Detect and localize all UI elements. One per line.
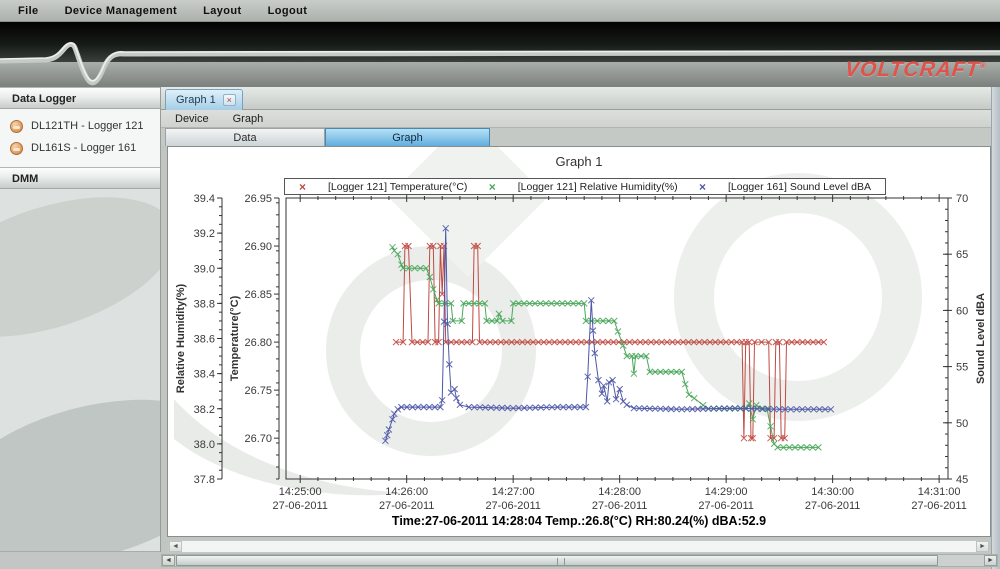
- legend-marker-icon: ×: [299, 182, 306, 192]
- svg-text:38.4: 38.4: [194, 369, 215, 381]
- svg-text:50: 50: [956, 418, 968, 430]
- svg-text:14:28:00: 14:28:00: [598, 486, 641, 498]
- chart-canvas: 14:25:00 27-06-2011 14:26:00 27-06-2011 14:2…: [168, 147, 992, 538]
- svg-text:37.8: 37.8: [194, 474, 215, 486]
- svg-text:55: 55: [956, 362, 968, 374]
- svg-text:27-06-2011: 27-06-2011: [805, 500, 860, 512]
- svg-text:26.90: 26.90: [244, 241, 272, 253]
- workspace-horizontal-scrollbar[interactable]: ◄ ►: [161, 554, 998, 567]
- registered-mark: ®: [979, 61, 987, 70]
- legend-marker-icon: ×: [699, 182, 706, 192]
- svg-text:38.8: 38.8: [194, 298, 215, 310]
- tab-graph-1-label: Graph 1: [176, 94, 216, 106]
- svg-text:14:31:00: 14:31:00: [918, 486, 961, 498]
- svg-text:60: 60: [956, 305, 968, 317]
- svg-text:27-06-2011: 27-06-2011: [272, 500, 327, 512]
- app-window: File Device Management Layout Logout VOLTCR…: [0, 0, 1000, 569]
- legend-label: [Logger 121] Relative Humidity(%): [518, 181, 678, 193]
- svg-text:26.80: 26.80: [244, 337, 272, 349]
- menu-item-device-management[interactable]: Device Management: [65, 5, 178, 17]
- tab-graph-1[interactable]: Graph 1 ×: [165, 89, 243, 110]
- bottom-band: [0, 552, 161, 569]
- svg-text:38.0: 38.0: [194, 439, 215, 451]
- device-sidebar: Data Logger DL121TH - Logger 121 DL161S - …: [0, 87, 161, 569]
- svg-text:14:29:00: 14:29:00: [705, 486, 748, 498]
- graph-panel: 14:25:00 27-06-2011 14:26:00 27-06-2011 14:2…: [167, 146, 991, 537]
- scroll-left-icon[interactable]: ◄: [162, 555, 175, 566]
- sidebar-item-label: DL161S - Logger 161: [31, 142, 136, 154]
- legend-label: [Logger 161] Sound Level dBA: [728, 181, 871, 193]
- svg-text:39.0: 39.0: [194, 263, 215, 275]
- svg-text:14:30:00: 14:30:00: [811, 486, 854, 498]
- sidebar-section-dmm[interactable]: DMM: [0, 167, 160, 189]
- svg-text:27-06-2011: 27-06-2011: [592, 500, 647, 512]
- svg-text:26.75: 26.75: [244, 385, 272, 397]
- svg-text:26.70: 26.70: [244, 433, 272, 445]
- svg-text:38.2: 38.2: [194, 404, 215, 416]
- graph-menu-item-graph[interactable]: Graph: [233, 113, 264, 125]
- svg-text:27-06-2011: 27-06-2011: [698, 500, 753, 512]
- svg-text:14:27:00: 14:27:00: [492, 486, 535, 498]
- legend-entry: × [Logger 161] Sound Level dBA: [699, 181, 871, 193]
- svg-text:70: 70: [956, 193, 968, 205]
- sidebar-watermark: [0, 170, 161, 364]
- svg-text:38.6: 38.6: [194, 334, 215, 346]
- sidebar-section-data-logger[interactable]: Data Logger: [0, 87, 160, 109]
- main-menubar: File Device Management Layout Logout: [0, 0, 1000, 22]
- svg-text:14:26:00: 14:26:00: [385, 486, 428, 498]
- view-tab-data[interactable]: Data: [165, 128, 325, 146]
- view-tabs: DataGraph: [161, 128, 1000, 146]
- logger-device-icon: [10, 142, 23, 155]
- sidebar-item-dl161s[interactable]: DL161S - Logger 161: [0, 137, 160, 159]
- svg-text:Temperature(°C): Temperature(°C): [229, 295, 241, 381]
- graph-window-menubar: Device Graph: [161, 110, 1000, 128]
- svg-text:Relative Humidity(%): Relative Humidity(%): [175, 283, 187, 393]
- scroll-right-icon[interactable]: ►: [984, 555, 997, 566]
- svg-text:14:25:00: 14:25:00: [279, 486, 322, 498]
- cursor-readout: Time:27-06-2011 14:28:04 Temp.:26.8(°C) …: [168, 514, 990, 528]
- tab-close-icon[interactable]: ×: [223, 94, 236, 106]
- svg-text:27-06-2011: 27-06-2011: [911, 500, 966, 512]
- sidebar-watermark: [0, 371, 161, 569]
- voltcraft-logo: VOLTCRAFT®: [843, 58, 987, 82]
- scroll-right-icon[interactable]: ►: [976, 541, 989, 552]
- menu-item-file[interactable]: File: [18, 5, 39, 17]
- svg-text:39.2: 39.2: [194, 228, 215, 240]
- sidebar-item-list: DL121TH - Logger 121 DL161S - Logger 161: [0, 109, 160, 167]
- legend-entry: × [Logger 121] Temperature(°C): [299, 181, 467, 193]
- scrollbar-thumb[interactable]: [176, 555, 938, 566]
- right-edge-strip: [991, 87, 1000, 569]
- view-tab-graph[interactable]: Graph: [325, 128, 490, 146]
- chart-legend: × [Logger 121] Temperature(°C) × [Logger 12…: [284, 178, 886, 195]
- legend-marker-icon: ×: [489, 182, 496, 192]
- sidebar-item-dl121th[interactable]: DL121TH - Logger 121: [0, 115, 160, 137]
- legend-label: [Logger 121] Temperature(°C): [328, 181, 467, 193]
- svg-text:26.85: 26.85: [244, 289, 272, 301]
- svg-text:39.4: 39.4: [194, 193, 215, 205]
- menu-item-logout[interactable]: Logout: [268, 5, 308, 17]
- scrollbar-grip: [557, 558, 565, 565]
- document-tabstrip: Graph 1 ×: [161, 87, 1000, 110]
- logger-device-icon: [10, 120, 23, 133]
- svg-text:45: 45: [956, 474, 968, 486]
- sidebar-item-label: DL121TH - Logger 121: [31, 120, 144, 132]
- scroll-left-icon[interactable]: ◄: [169, 541, 182, 552]
- svg-text:27-06-2011: 27-06-2011: [379, 500, 434, 512]
- svg-text:26.95: 26.95: [244, 193, 272, 205]
- menu-item-layout[interactable]: Layout: [203, 5, 241, 17]
- svg-text:Sound Level dBA: Sound Level dBA: [975, 293, 987, 384]
- svg-text:65: 65: [956, 249, 968, 261]
- graph-horizontal-scrollbar[interactable]: ◄ ►: [168, 540, 990, 553]
- chart-title: Graph 1: [168, 154, 990, 169]
- graph-menu-item-device[interactable]: Device: [175, 113, 209, 125]
- legend-entry: × [Logger 121] Relative Humidity(%): [489, 181, 678, 193]
- svg-text:27-06-2011: 27-06-2011: [485, 500, 540, 512]
- brand-banner: VOLTCRAFT®: [0, 22, 1000, 87]
